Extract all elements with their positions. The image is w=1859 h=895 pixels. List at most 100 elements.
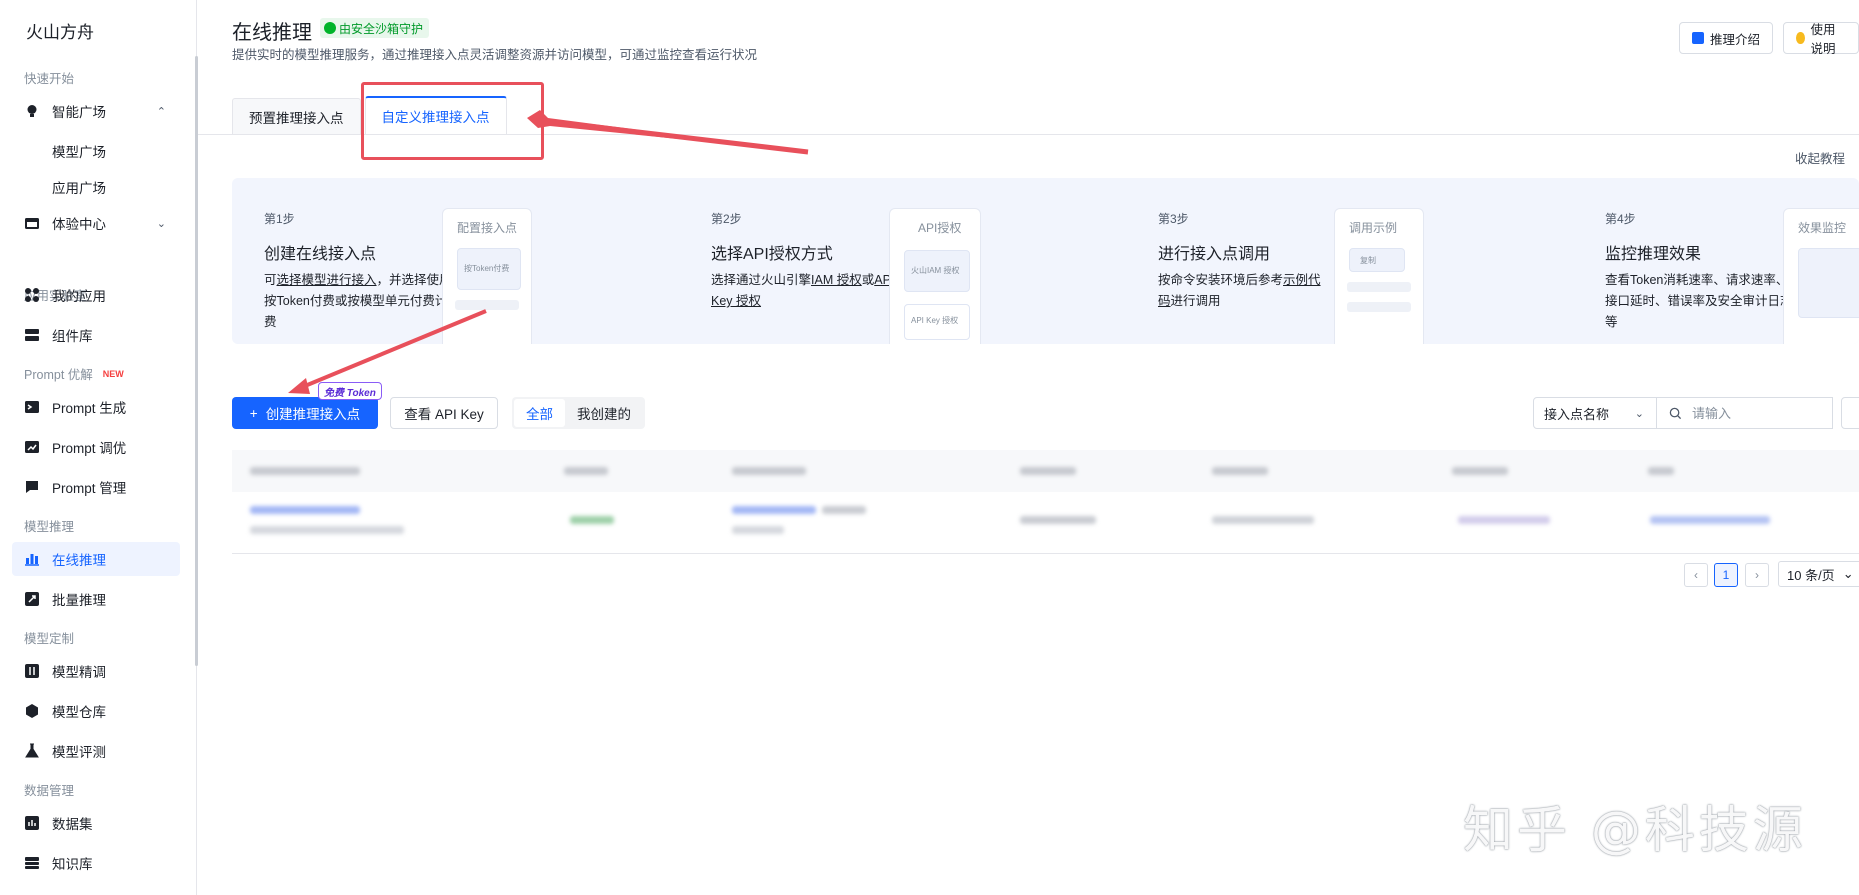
step-4-illustration: 效果监控 — [1783, 208, 1859, 344]
step-2-mock-box: 火山IAM 授权 — [904, 250, 970, 292]
actions[interactable] — [1650, 516, 1770, 524]
tutorial-steps-panel: 第1步 创建在线接入点 可选择模型进行接入，并选择使用按Token付费或按模型单… — [232, 178, 1859, 344]
section-model-custom: 模型定制 — [24, 632, 75, 646]
sidebar-item-smart-square[interactable]: 智能广场 ⌃ — [12, 94, 180, 128]
cell-value — [1458, 516, 1550, 524]
search-box — [1657, 397, 1833, 429]
rocket-icon — [24, 591, 40, 607]
search-input[interactable] — [1692, 405, 1812, 421]
tune-icon — [24, 439, 40, 455]
next-page-button[interactable]: › — [1745, 563, 1769, 587]
step-3-desc: 按命令安装环境后参考示例代码进行调用 — [1158, 270, 1328, 312]
step-2-desc-text-2: 或 — [861, 273, 875, 287]
flask-icon — [24, 743, 40, 759]
bar-chart-icon — [24, 551, 40, 567]
column-header — [564, 467, 608, 475]
sidebar-item-knowledge-base[interactable]: 知识库 — [12, 846, 180, 880]
model-sub — [732, 526, 784, 534]
sidebar-item-label: 数据集 — [52, 817, 93, 832]
filter-mine[interactable]: 我创建的 — [565, 399, 643, 427]
step-3-number: 第3步 — [1158, 212, 1189, 226]
step-3-desc-text-2: 进行调用 — [1170, 294, 1221, 308]
step-1-desc: 可选择模型进行接入，并选择使用按Token付费或按模型单元付费计费 — [264, 270, 452, 333]
page-title: 在线推理 — [232, 22, 312, 44]
endpoint-id — [250, 526, 404, 534]
tab-preset-endpoints[interactable]: 预置推理接入点 — [232, 98, 361, 134]
bulb-icon — [24, 103, 40, 119]
page-size-select[interactable]: 10 条/页 ⌄ — [1778, 561, 1859, 587]
step-3-illustration: 调用示例 复制 — [1334, 208, 1424, 344]
column-header — [1648, 467, 1674, 475]
sidebar-item-app-square[interactable]: 应用广场 — [52, 177, 106, 197]
brand-logo[interactable]: 火山方舟 — [26, 18, 94, 43]
book-icon — [1692, 32, 1704, 44]
arrow-to-create-head — [288, 378, 310, 394]
step-2-mock-box-2: API Key 授权 — [904, 304, 970, 340]
step-2-mock-title: API授权 — [918, 221, 962, 235]
sidebar-item-prompt-tune[interactable]: Prompt 调优 — [12, 430, 180, 464]
watermark: 知乎 @科技源 — [1463, 801, 1807, 859]
step-4-desc: 查看Token消耗速率、请求速率、接口延时、错误率及安全审计日志等 — [1605, 273, 1793, 329]
select-model-link[interactable]: 选择模型进行接入 — [277, 273, 377, 287]
sidebar-item-datasets[interactable]: 数据集 — [12, 806, 180, 840]
sidebar-item-online-inference[interactable]: 在线推理 — [12, 542, 180, 576]
sidebar-item-batch-inference[interactable]: 批量推理 — [12, 582, 180, 616]
apps-grid-icon — [24, 287, 40, 303]
collapse-tutorial-link[interactable]: 收起教程 — [1795, 148, 1845, 167]
sidebar-item-label: 批量推理 — [52, 593, 106, 608]
finetune-icon — [24, 663, 40, 679]
sidebar-item-label: 在线推理 — [52, 553, 106, 568]
sidebar-item-model-square[interactable]: 模型广场 — [52, 141, 106, 161]
filter-all[interactable]: 全部 — [514, 399, 565, 427]
safe-sandbox-badge[interactable]: 由安全沙箱守护 — [320, 18, 430, 38]
chevron-up-icon[interactable]: ⌃ — [157, 105, 166, 118]
sidebar-scrollbar[interactable] — [195, 56, 198, 666]
section-prompt-label: Prompt 优解 — [24, 368, 93, 382]
endpoint-name-link[interactable] — [250, 506, 360, 514]
terminal-icon — [24, 399, 40, 415]
step-2-number: 第2步 — [711, 212, 742, 226]
table-header — [232, 450, 1859, 492]
model-link[interactable] — [732, 506, 816, 514]
iam-auth-link[interactable]: IAM 授权 — [811, 273, 862, 287]
sidebar-item-model-eval[interactable]: 模型评测 — [12, 734, 180, 768]
sidebar-item-label: 组件库 — [52, 329, 93, 344]
prev-page-button[interactable]: ‹ — [1684, 563, 1708, 587]
sidebar-item-my-apps[interactable]: 我的应用 — [12, 278, 180, 312]
table-row[interactable] — [232, 492, 1859, 554]
window-icon — [24, 215, 40, 231]
step-1-mock-title: 配置接入点 — [457, 221, 518, 235]
sidebar-item-components[interactable]: 组件库 — [12, 318, 180, 352]
page-description: 提供实时的模型推理服务，通过推理接入点灵活调整资源并访问模型，可通过监控查看运行… — [232, 48, 758, 62]
search-field-label: 接入点名称 — [1544, 406, 1610, 422]
column-header — [1212, 467, 1268, 475]
database-icon — [24, 855, 40, 871]
view-apikey-button[interactable]: 查看 API Key — [390, 397, 498, 429]
model-version — [822, 506, 866, 514]
sidebar-item-label: 知识库 — [52, 857, 93, 872]
page-1-button[interactable]: 1 — [1714, 563, 1738, 587]
sidebar-item-prompt-manage[interactable]: Prompt 管理 — [12, 470, 180, 504]
usage-guide-button[interactable]: 使用说明 — [1783, 22, 1859, 56]
lightbulb-icon — [1796, 32, 1805, 44]
step-3-mock-copy: 复制 — [1349, 248, 1405, 272]
sidebar-item-experience-center[interactable]: 体验中心 ⌄ — [12, 206, 180, 240]
chevron-down-icon: ⌄ — [1634, 407, 1644, 420]
step-2-desc-text: 选择通过火山引擎 — [711, 273, 812, 287]
refresh-button[interactable] — [1841, 397, 1859, 429]
search-field-select[interactable]: 接入点名称 ⌄ — [1533, 397, 1657, 429]
mock-bar — [1347, 302, 1411, 312]
chevron-down-icon[interactable]: ⌄ — [157, 217, 166, 230]
arrow-to-tab-shaft — [544, 118, 809, 155]
column-header — [1452, 467, 1508, 475]
sidebar-item-model-repo[interactable]: 模型仓库 — [12, 694, 180, 728]
section-quick-start: 快速开始 — [24, 72, 75, 86]
inference-intro-button[interactable]: 推理介绍 — [1679, 22, 1774, 54]
sidebar-item-model-finetune[interactable]: 模型精调 — [12, 654, 180, 688]
step-3-desc-text: 按命令安装环境后参考 — [1158, 273, 1284, 287]
create-endpoint-button[interactable]: + 创建推理接入点 — [232, 397, 378, 429]
step-2-desc: 选择通过火山引擎IAM 授权或API Key 授权 — [711, 270, 899, 312]
sidebar-item-label: Prompt 生成 — [52, 401, 127, 416]
sidebar-item-prompt-generate[interactable]: Prompt 生成 — [12, 390, 180, 424]
step-2-title: 选择API授权方式 — [711, 246, 833, 263]
